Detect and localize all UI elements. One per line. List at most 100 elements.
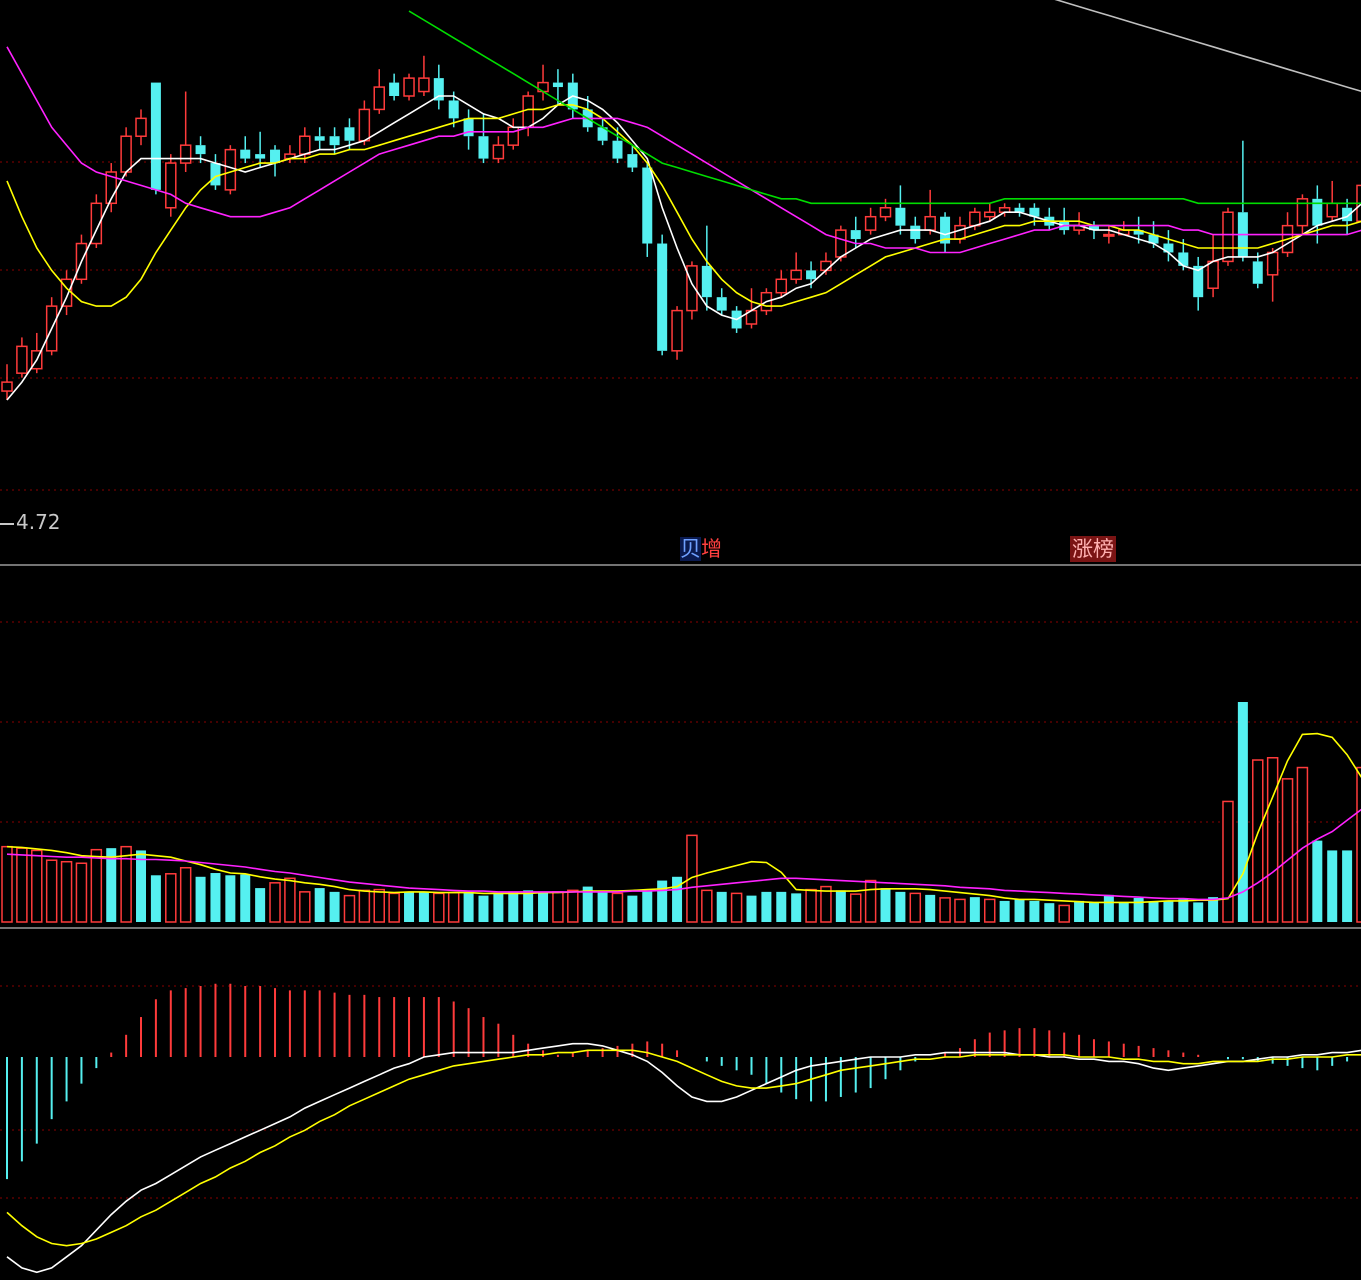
volume-bar — [1118, 902, 1129, 922]
volume-bar — [1266, 757, 1279, 923]
candle-body-down — [627, 154, 638, 168]
volume-bar — [240, 874, 251, 922]
candle — [537, 64, 549, 101]
volume-bar — [404, 891, 415, 922]
candle-body-down — [552, 82, 563, 88]
candle-body-up — [358, 108, 371, 142]
event-tag-b[interactable]: 涨榜 — [1070, 536, 1116, 562]
candle — [478, 113, 489, 164]
low-price-label: 4.72 — [0, 510, 61, 534]
candle — [522, 91, 534, 137]
candle-body-down — [910, 225, 921, 240]
candle-body-down — [255, 154, 266, 159]
candle — [940, 212, 951, 253]
candle-body-up — [969, 211, 981, 227]
candle — [150, 82, 161, 195]
candle-body-down — [210, 163, 221, 186]
candle-body-up — [179, 144, 192, 164]
volume-bar — [478, 895, 489, 922]
candle-body-down — [150, 82, 161, 190]
candle — [75, 234, 88, 284]
candle — [463, 109, 474, 150]
candle-body-up — [835, 229, 847, 258]
volume-bar — [611, 892, 624, 923]
volume-bar — [1178, 899, 1189, 922]
volume-bar — [864, 879, 877, 923]
macd-pane[interactable] — [6, 983, 1361, 1274]
candle — [210, 154, 221, 190]
volume-bar — [225, 875, 236, 922]
candle-body-down — [895, 207, 906, 226]
candle-body-up — [224, 148, 237, 191]
candle-body-down — [716, 297, 727, 311]
volume-bar — [179, 867, 192, 923]
candle-body-down — [657, 243, 668, 351]
volume-bar — [523, 890, 534, 922]
candle-body-up — [820, 260, 832, 272]
volume-bar — [1327, 850, 1338, 922]
volume-bar — [1296, 766, 1309, 923]
candle-body-up — [864, 215, 877, 231]
price-ma-line — [1054, 0, 1361, 93]
volume-bar — [255, 888, 266, 922]
candle — [373, 69, 385, 114]
candle — [45, 297, 58, 356]
candle — [1103, 225, 1115, 244]
volume-pane[interactable] — [1, 612, 1361, 923]
volume-bar — [358, 889, 371, 923]
price-ma-line — [408, 10, 1361, 205]
volume-bar — [463, 891, 474, 922]
candle — [165, 154, 177, 217]
volume-bar — [1058, 904, 1070, 923]
price-pane[interactable] — [1, 0, 1361, 401]
candle-body-down — [240, 149, 251, 159]
candle-body-down — [1178, 252, 1189, 266]
candle-body-up — [983, 211, 996, 218]
volume-bar — [165, 873, 177, 923]
candle — [135, 109, 147, 146]
candle — [492, 136, 505, 164]
volume-bar — [1088, 902, 1099, 922]
candle-body-up — [522, 95, 534, 129]
volume-bar — [210, 873, 221, 922]
volume-bar — [45, 859, 58, 923]
volume-bar — [388, 892, 400, 923]
volume-bar — [1312, 840, 1323, 922]
volume-bar — [136, 850, 147, 922]
candle-body-up — [492, 144, 505, 160]
candle — [642, 163, 653, 257]
volume-bar — [1029, 900, 1040, 922]
volume-bar — [343, 894, 356, 923]
candle-body-up — [299, 135, 311, 155]
candle-body-down — [329, 136, 340, 146]
volume-bar — [284, 877, 296, 923]
volume-bar — [373, 888, 385, 923]
volume-bar — [195, 876, 206, 922]
candle — [1266, 248, 1279, 302]
volume-bar — [716, 891, 727, 922]
candle — [240, 136, 251, 164]
volume-bar — [746, 895, 757, 922]
volume-bar — [269, 882, 281, 923]
candle-body-down — [433, 78, 444, 101]
volume-bar — [849, 893, 862, 923]
volume-bar — [329, 891, 340, 922]
candle — [16, 337, 28, 378]
event-tag-a[interactable]: 贝增 — [678, 536, 724, 562]
candle-body-up — [879, 207, 892, 218]
candle — [671, 306, 683, 360]
volume-bar — [1193, 902, 1204, 922]
volume-bar — [642, 890, 653, 922]
volume-bar — [701, 889, 713, 923]
low-price-value: 4.72 — [16, 510, 61, 534]
event-tag-b-label: 涨榜 — [1072, 537, 1114, 561]
volume-bar — [314, 888, 325, 922]
volume-bar — [730, 892, 743, 923]
candle — [1237, 140, 1248, 262]
candle-body-up — [16, 345, 28, 374]
volume-bar — [567, 889, 579, 923]
candle-body-up — [924, 215, 936, 231]
candle — [775, 270, 788, 298]
candle — [1193, 256, 1204, 311]
stock-chart[interactable] — [0, 0, 1361, 1280]
